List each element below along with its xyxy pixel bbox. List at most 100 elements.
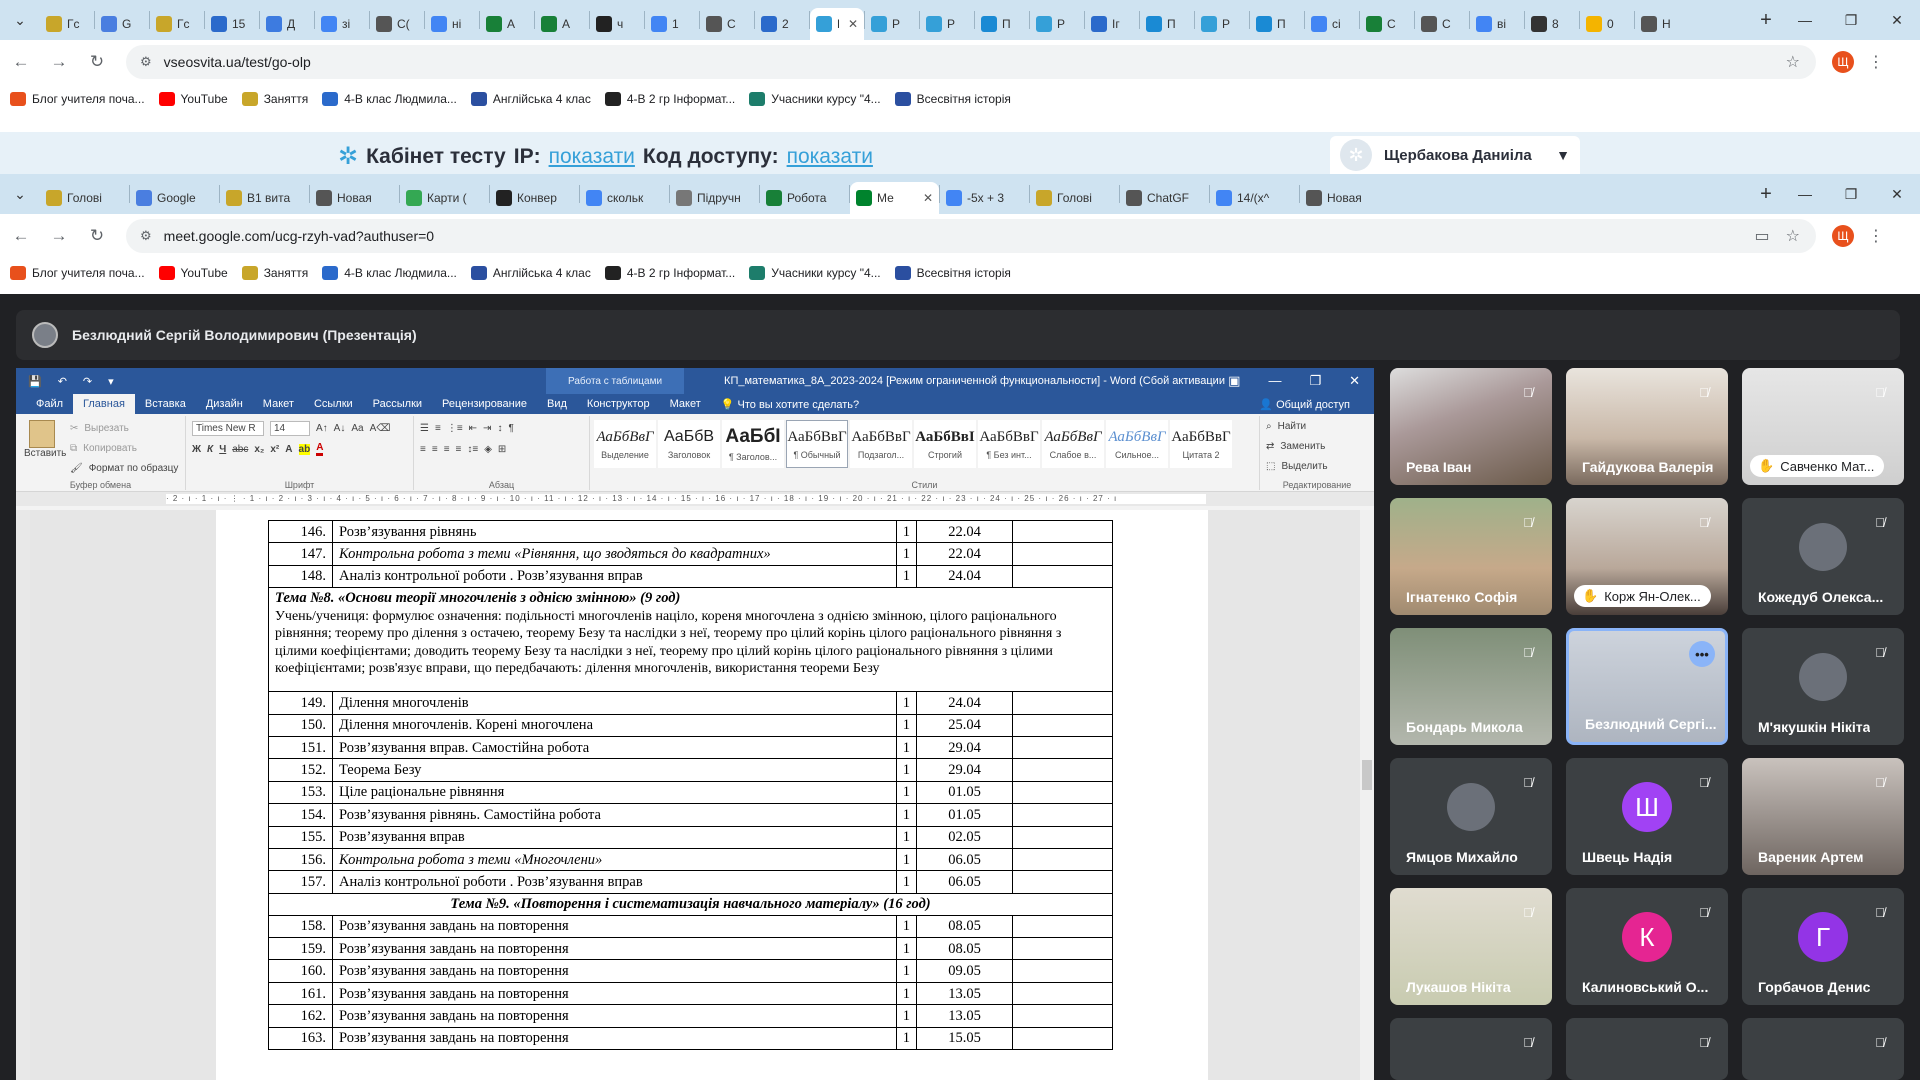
style-item[interactable]: АаБбВвГ ¶ Обычный <box>786 420 848 468</box>
browser-tab[interactable]: 14/(x^ <box>1210 182 1299 214</box>
style-item[interactable]: АаБбВвГ Слабое в... <box>1042 420 1104 468</box>
tab-close-icon[interactable]: ✕ <box>923 191 933 205</box>
ribbon-tab[interactable]: 💡 Что вы хотите сделать? <box>711 394 869 414</box>
ribbon-tab[interactable]: Макет <box>253 394 304 414</box>
bookmark-item[interactable]: 4-В клас Людмила... <box>322 266 457 280</box>
browser-tab[interactable]: C <box>700 8 754 40</box>
profile-avatar-icon[interactable]: Щ <box>1832 51 1854 73</box>
align-right-icon[interactable]: ≡ <box>444 444 450 455</box>
participant-tile[interactable]: 🎙̸ Ямцов Михайло <box>1390 758 1552 875</box>
browser-tab[interactable]: Карти ( <box>400 182 489 214</box>
browser-tab[interactable]: П <box>1250 8 1304 40</box>
site-info-icon[interactable]: ⚙ <box>140 228 152 244</box>
close-icon[interactable]: ✕ <box>1874 174 1920 214</box>
participant-tile[interactable]: 🎙̸ М'якушкін Нікіта <box>1742 628 1904 745</box>
underline-icon[interactable]: Ч <box>219 444 226 455</box>
forward-icon[interactable]: → <box>42 219 76 253</box>
style-item[interactable]: АаБбВвГ Сильное... <box>1106 420 1168 468</box>
superscript-icon[interactable]: x² <box>270 444 279 455</box>
select-button[interactable]: ⬚ Выделить <box>1260 456 1374 476</box>
browser-tab[interactable]: Гс <box>40 8 94 40</box>
address-bar[interactable]: ⚙ meet.google.com/ucg-rzyh-vad?authuser=… <box>126 219 1816 253</box>
ribbon-tab[interactable]: Ссылки <box>304 394 363 414</box>
browser-tab[interactable]: Н <box>1635 8 1689 40</box>
sort-icon[interactable]: ↕ <box>497 423 502 434</box>
forward-icon[interactable]: → <box>42 45 76 79</box>
style-item[interactable]: АаБбВвГ ¶ Без инт... <box>978 420 1040 468</box>
undo-icon[interactable]: ↶ <box>58 375 67 388</box>
url-text[interactable]: meet.google.com/ucg-rzyh-vad?authuser=0 <box>164 228 1755 244</box>
more-options-icon[interactable]: ••• <box>1689 641 1715 667</box>
participant-tile[interactable]: 🎙̸ Ігнатенко Софія <box>1390 498 1552 615</box>
browser-tab[interactable]: C( <box>370 8 424 40</box>
ribbon-tab[interactable]: Вставка <box>135 394 196 414</box>
browser-tab[interactable]: С <box>1360 8 1414 40</box>
back-icon[interactable]: ← <box>4 219 38 253</box>
redo-icon[interactable]: ↷ <box>83 375 92 388</box>
active-tab[interactable]: П✕ <box>810 8 864 40</box>
participant-tile[interactable]: К 🎙̸ Калиновський О... <box>1566 888 1728 1005</box>
ribbon-tab[interactable]: Макет <box>660 394 711 414</box>
browser-tab[interactable]: 15 <box>205 8 259 40</box>
browser-tab[interactable]: 2 <box>755 8 809 40</box>
browser-tab[interactable]: 8 <box>1525 8 1579 40</box>
bookmark-item[interactable]: 4-В клас Людмила... <box>322 92 457 106</box>
highlight-icon[interactable]: ab <box>298 443 311 455</box>
browser-tab[interactable]: А <box>535 8 589 40</box>
new-tab-button[interactable]: + <box>1750 9 1782 32</box>
browser-tab[interactable]: Підручн <box>670 182 759 214</box>
menu-kebab-icon[interactable]: ⋮ <box>1868 226 1884 246</box>
participant-tile[interactable]: 🎙̸ Рева Іван <box>1390 368 1552 485</box>
bookmark-item[interactable]: YouTube <box>158 92 228 106</box>
browser-tab[interactable]: П <box>975 8 1029 40</box>
italic-icon[interactable]: К <box>207 444 213 455</box>
browser-tab[interactable]: Іг <box>1085 8 1139 40</box>
close-icon[interactable]: ✕ <box>1874 0 1920 40</box>
browser-tab[interactable]: Google <box>130 182 219 214</box>
text-effects-icon[interactable]: A <box>285 444 292 455</box>
restore-icon[interactable]: ❐ <box>1309 373 1321 389</box>
browser-tab[interactable]: В1 вита <box>220 182 309 214</box>
bookmark-item[interactable]: 4-В 2 гр Інформат... <box>604 92 735 106</box>
decrease-indent-icon[interactable]: ⇤ <box>469 423 477 434</box>
bookmark-item[interactable]: Всесвітня історія <box>894 92 1011 106</box>
browser-tab[interactable]: скольк <box>580 182 669 214</box>
url-text[interactable]: vseosvita.ua/test/go-olp <box>164 54 1786 70</box>
participant-tile-partial[interactable]: 🎙̸ <box>1566 1018 1728 1080</box>
share-button[interactable]: 👤 Общий доступ <box>1249 394 1360 414</box>
pilcrow-icon[interactable]: ¶ <box>508 423 513 434</box>
ribbon-tab[interactable]: Рецензирование <box>432 394 537 414</box>
browser-tab[interactable]: Р <box>865 8 919 40</box>
bookmark-item[interactable]: Учасники курсу "4... <box>749 266 881 280</box>
browser-tab[interactable]: ві <box>1470 8 1524 40</box>
bookmark-item[interactable]: Англійська 4 клас <box>470 92 591 106</box>
participant-tile-partial[interactable]: 🎙̸ <box>1390 1018 1552 1080</box>
bookmark-item[interactable]: YouTube <box>158 266 228 280</box>
browser-tab[interactable]: ні <box>425 8 479 40</box>
browser-tab[interactable]: Р <box>920 8 974 40</box>
participant-tile-partial[interactable]: 🎙̸ <box>1742 1018 1904 1080</box>
bookmark-item[interactable]: Блог учителя поча... <box>10 92 145 106</box>
multilevel-icon[interactable]: ⋮≡ <box>447 423 463 434</box>
ribbon-display-icon[interactable]: ▣ <box>1228 373 1240 389</box>
change-case-icon[interactable]: Aa <box>351 423 363 434</box>
justify-icon[interactable]: ≡ <box>456 444 462 455</box>
font-size-select[interactable]: 14 <box>270 420 310 436</box>
reload-icon[interactable]: ↻ <box>80 45 114 79</box>
tab-search-chevron-icon[interactable]: ⌄ <box>0 0 40 40</box>
minimize-icon[interactable]: — <box>1268 373 1281 389</box>
subscript-icon[interactable]: x₂ <box>254 444 264 455</box>
borders-icon[interactable]: ⊞ <box>498 444 506 455</box>
close-icon[interactable]: ✕ <box>1349 373 1360 389</box>
minimize-icon[interactable]: — <box>1782 0 1828 40</box>
user-menu[interactable]: ✲ Щербакова Даниіла ▼ <box>1330 136 1580 174</box>
browser-tab[interactable]: ч <box>590 8 644 40</box>
browser-tab[interactable]: 1 <box>645 8 699 40</box>
replace-button[interactable]: ⇄ Заменить <box>1260 436 1374 456</box>
paste-button[interactable]: Вставить <box>24 420 66 459</box>
ribbon-tab[interactable]: Рассылки <box>363 394 432 414</box>
scroll-thumb[interactable] <box>1362 760 1372 790</box>
document-page[interactable]: 146. Розв’язування рівнянь 1 22.04 147. Контр… <box>216 510 1208 1080</box>
style-item[interactable]: АаБбІ ¶ Заголов... <box>722 420 784 468</box>
bookmark-item[interactable]: Учасники курсу "4... <box>749 92 881 106</box>
